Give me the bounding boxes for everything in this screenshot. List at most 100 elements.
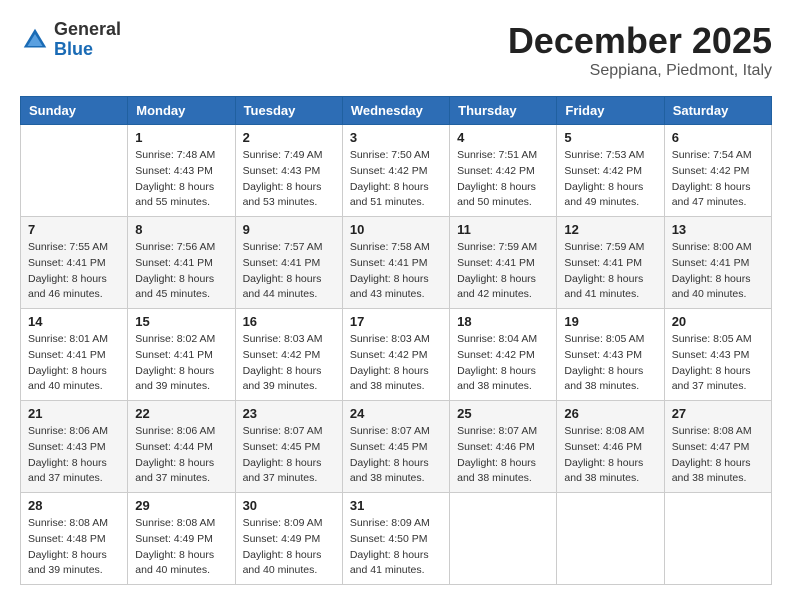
day-info: Sunrise: 7:56 AMSunset: 4:41 PMDaylight:…: [135, 240, 227, 303]
daylight-line1: Daylight: 8 hours: [135, 364, 227, 380]
daylight-line1: Daylight: 8 hours: [672, 456, 764, 472]
calendar-cell: 13 Sunrise: 8:00 AMSunset: 4:41 PMDayligh…: [664, 217, 771, 309]
month-title: December 2025: [508, 20, 772, 62]
day-number: 2: [243, 130, 335, 145]
daylight-line1: Daylight: 8 hours: [564, 272, 656, 288]
daylight-line2: and 39 minutes.: [243, 379, 335, 395]
sunset-text: Sunset: 4:42 PM: [243, 348, 335, 364]
calendar-cell: 31 Sunrise: 8:09 AMSunset: 4:50 PMDayligh…: [342, 493, 449, 585]
sunset-text: Sunset: 4:41 PM: [135, 256, 227, 272]
day-info: Sunrise: 7:58 AMSunset: 4:41 PMDaylight:…: [350, 240, 442, 303]
calendar-cell: 3Sunrise: 7:50 AMSunset: 4:42 PMDaylight…: [342, 125, 449, 217]
sunset-text: Sunset: 4:50 PM: [350, 532, 442, 548]
daylight-line1: Daylight: 8 hours: [564, 180, 656, 196]
calendar-cell: 12Sunrise: 7:59 AMSunset: 4:41 PMDayligh…: [557, 217, 664, 309]
daylight-line2: and 38 minutes.: [457, 471, 549, 487]
day-info: Sunrise: 8:00 AMSunset: 4:41 PMDaylight:…: [672, 240, 764, 303]
day-number: 8: [135, 222, 227, 237]
day-info: Sunrise: 7:53 AMSunset: 4:42 PMDaylight:…: [564, 148, 656, 211]
sunset-text: Sunset: 4:41 PM: [672, 256, 764, 272]
sunrise-text: Sunrise: 8:08 AM: [28, 516, 120, 532]
calendar-week-row: 1Sunrise: 7:48 AMSunset: 4:43 PMDaylight…: [21, 125, 772, 217]
sunrise-text: Sunrise: 7:56 AM: [135, 240, 227, 256]
logo-general-text: General: [54, 19, 121, 39]
calendar-cell: 11Sunrise: 7:59 AMSunset: 4:41 PMDayligh…: [450, 217, 557, 309]
sunset-text: Sunset: 4:41 PM: [28, 256, 120, 272]
logo: General Blue: [20, 20, 121, 60]
calendar-cell: 20Sunrise: 8:05 AMSunset: 4:43 PMDayligh…: [664, 309, 771, 401]
day-info: Sunrise: 8:05 AMSunset: 4:43 PMDaylight:…: [564, 332, 656, 395]
sunrise-text: Sunrise: 7:50 AM: [350, 148, 442, 164]
calendar-cell: 1Sunrise: 7:48 AMSunset: 4:43 PMDaylight…: [128, 125, 235, 217]
sunset-text: Sunset: 4:45 PM: [243, 440, 335, 456]
sunrise-text: Sunrise: 7:49 AM: [243, 148, 335, 164]
daylight-line1: Daylight: 8 hours: [28, 456, 120, 472]
day-info: Sunrise: 8:09 AMSunset: 4:50 PMDaylight:…: [350, 516, 442, 579]
calendar-cell: 10Sunrise: 7:58 AMSunset: 4:41 PMDayligh…: [342, 217, 449, 309]
day-info: Sunrise: 8:04 AMSunset: 4:42 PMDaylight:…: [457, 332, 549, 395]
day-info: Sunrise: 8:07 AMSunset: 4:45 PMDaylight:…: [350, 424, 442, 487]
daylight-line2: and 55 minutes.: [135, 195, 227, 211]
calendar-cell: [557, 493, 664, 585]
sunrise-text: Sunrise: 8:03 AM: [350, 332, 442, 348]
day-number: 30: [243, 498, 335, 513]
weekday-header-thursday: Thursday: [450, 97, 557, 125]
sunset-text: Sunset: 4:41 PM: [243, 256, 335, 272]
sunrise-text: Sunrise: 7:58 AM: [350, 240, 442, 256]
calendar-cell: [450, 493, 557, 585]
sunset-text: Sunset: 4:42 PM: [350, 348, 442, 364]
calendar-cell: 23Sunrise: 8:07 AMSunset: 4:45 PMDayligh…: [235, 401, 342, 493]
day-number: 12: [564, 222, 656, 237]
daylight-line1: Daylight: 8 hours: [672, 272, 764, 288]
weekday-header-saturday: Saturday: [664, 97, 771, 125]
day-number: 24: [350, 406, 442, 421]
daylight-line1: Daylight: 8 hours: [243, 456, 335, 472]
weekday-header-row: SundayMondayTuesdayWednesdayThursdayFrid…: [21, 97, 772, 125]
day-number: 7: [28, 222, 120, 237]
day-info: Sunrise: 7:51 AMSunset: 4:42 PMDaylight:…: [457, 148, 549, 211]
daylight-line2: and 49 minutes.: [564, 195, 656, 211]
day-info: Sunrise: 8:06 AMSunset: 4:44 PMDaylight:…: [135, 424, 227, 487]
daylight-line1: Daylight: 8 hours: [28, 272, 120, 288]
day-number: 22: [135, 406, 227, 421]
calendar-week-row: 21Sunrise: 8:06 AMSunset: 4:43 PMDayligh…: [21, 401, 772, 493]
day-number: 28: [28, 498, 120, 513]
daylight-line2: and 40 minutes.: [135, 563, 227, 579]
daylight-line2: and 44 minutes.: [243, 287, 335, 303]
calendar-week-row: 28Sunrise: 8:08 AMSunset: 4:48 PMDayligh…: [21, 493, 772, 585]
daylight-line1: Daylight: 8 hours: [243, 272, 335, 288]
day-number: 11: [457, 222, 549, 237]
sunset-text: Sunset: 4:44 PM: [135, 440, 227, 456]
day-number: 13: [672, 222, 764, 237]
day-number: 23: [243, 406, 335, 421]
calendar-cell: 27Sunrise: 8:08 AMSunset: 4:47 PMDayligh…: [664, 401, 771, 493]
day-info: Sunrise: 8:06 AMSunset: 4:43 PMDaylight:…: [28, 424, 120, 487]
calendar-cell: 14Sunrise: 8:01 AMSunset: 4:41 PMDayligh…: [21, 309, 128, 401]
daylight-line2: and 38 minutes.: [457, 379, 549, 395]
page-header: General Blue December 2025 Seppiana, Pie…: [20, 20, 772, 80]
daylight-line2: and 37 minutes.: [135, 471, 227, 487]
calendar-cell: 24 Sunrise: 8:07 AMSunset: 4:45 PMDayligh…: [342, 401, 449, 493]
daylight-line1: Daylight: 8 hours: [350, 272, 442, 288]
day-number: 26: [564, 406, 656, 421]
daylight-line2: and 41 minutes.: [564, 287, 656, 303]
sunset-text: Sunset: 4:42 PM: [457, 164, 549, 180]
daylight-line2: and 39 minutes.: [28, 563, 120, 579]
daylight-line1: Daylight: 8 hours: [457, 180, 549, 196]
sunset-text: Sunset: 4:41 PM: [350, 256, 442, 272]
day-number: 17: [350, 314, 442, 329]
day-info: Sunrise: 8:03 AMSunset: 4:42 PMDaylight:…: [350, 332, 442, 395]
sunset-text: Sunset: 4:42 PM: [457, 348, 549, 364]
day-number: 31: [350, 498, 442, 513]
sunrise-text: Sunrise: 8:09 AM: [243, 516, 335, 532]
daylight-line2: and 43 minutes.: [350, 287, 442, 303]
daylight-line1: Daylight: 8 hours: [135, 548, 227, 564]
daylight-line1: Daylight: 8 hours: [243, 548, 335, 564]
sunset-text: Sunset: 4:43 PM: [564, 348, 656, 364]
daylight-line2: and 42 minutes.: [457, 287, 549, 303]
calendar-cell: [664, 493, 771, 585]
calendar-cell: 29Sunrise: 8:08 AMSunset: 4:49 PMDayligh…: [128, 493, 235, 585]
daylight-line1: Daylight: 8 hours: [564, 364, 656, 380]
daylight-line2: and 53 minutes.: [243, 195, 335, 211]
day-info: Sunrise: 8:08 AMSunset: 4:47 PMDaylight:…: [672, 424, 764, 487]
